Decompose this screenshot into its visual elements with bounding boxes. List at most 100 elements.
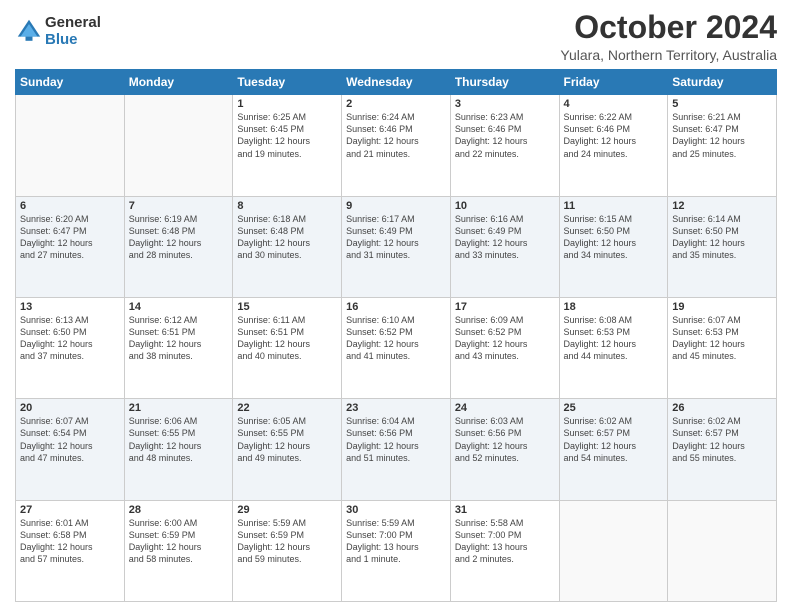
day-info: Sunrise: 6:02 AM Sunset: 6:57 PM Dayligh… <box>564 415 664 464</box>
calendar-cell: 26Sunrise: 6:02 AM Sunset: 6:57 PM Dayli… <box>668 399 777 500</box>
day-number: 8 <box>237 200 337 212</box>
calendar-cell: 22Sunrise: 6:05 AM Sunset: 6:55 PM Dayli… <box>233 399 342 500</box>
calendar-week-row: 13Sunrise: 6:13 AM Sunset: 6:50 PM Dayli… <box>16 297 777 398</box>
day-info: Sunrise: 6:15 AM Sunset: 6:50 PM Dayligh… <box>564 213 664 262</box>
day-number: 11 <box>564 200 664 212</box>
calendar-cell: 9Sunrise: 6:17 AM Sunset: 6:49 PM Daylig… <box>342 196 451 297</box>
calendar-cell: 27Sunrise: 6:01 AM Sunset: 6:58 PM Dayli… <box>16 500 125 601</box>
day-number: 17 <box>455 301 555 313</box>
calendar-cell: 6Sunrise: 6:20 AM Sunset: 6:47 PM Daylig… <box>16 196 125 297</box>
day-number: 25 <box>564 402 664 414</box>
logo: General Blue <box>15 14 101 48</box>
calendar-cell: 31Sunrise: 5:58 AM Sunset: 7:00 PM Dayli… <box>450 500 559 601</box>
day-header-wednesday: Wednesday <box>342 70 451 95</box>
day-info: Sunrise: 5:58 AM Sunset: 7:00 PM Dayligh… <box>455 517 555 566</box>
calendar-cell: 19Sunrise: 6:07 AM Sunset: 6:53 PM Dayli… <box>668 297 777 398</box>
day-number: 10 <box>455 200 555 212</box>
day-info: Sunrise: 6:03 AM Sunset: 6:56 PM Dayligh… <box>455 415 555 464</box>
calendar-cell: 17Sunrise: 6:09 AM Sunset: 6:52 PM Dayli… <box>450 297 559 398</box>
calendar-cell: 3Sunrise: 6:23 AM Sunset: 6:46 PM Daylig… <box>450 95 559 196</box>
calendar-cell: 24Sunrise: 6:03 AM Sunset: 6:56 PM Dayli… <box>450 399 559 500</box>
day-info: Sunrise: 6:04 AM Sunset: 6:56 PM Dayligh… <box>346 415 446 464</box>
day-info: Sunrise: 6:00 AM Sunset: 6:59 PM Dayligh… <box>129 517 229 566</box>
page: General Blue October 2024 Yulara, Northe… <box>0 0 792 612</box>
day-number: 13 <box>20 301 120 313</box>
header: General Blue October 2024 Yulara, Northe… <box>15 10 777 63</box>
calendar-cell: 30Sunrise: 5:59 AM Sunset: 7:00 PM Dayli… <box>342 500 451 601</box>
day-number: 5 <box>672 98 772 110</box>
day-info: Sunrise: 6:25 AM Sunset: 6:45 PM Dayligh… <box>237 111 337 160</box>
day-number: 2 <box>346 98 446 110</box>
day-info: Sunrise: 6:19 AM Sunset: 6:48 PM Dayligh… <box>129 213 229 262</box>
day-number: 19 <box>672 301 772 313</box>
calendar-cell: 5Sunrise: 6:21 AM Sunset: 6:47 PM Daylig… <box>668 95 777 196</box>
day-info: Sunrise: 6:12 AM Sunset: 6:51 PM Dayligh… <box>129 314 229 363</box>
day-info: Sunrise: 6:05 AM Sunset: 6:55 PM Dayligh… <box>237 415 337 464</box>
calendar-cell <box>559 500 668 601</box>
day-info: Sunrise: 6:06 AM Sunset: 6:55 PM Dayligh… <box>129 415 229 464</box>
day-header-monday: Monday <box>124 70 233 95</box>
day-info: Sunrise: 6:23 AM Sunset: 6:46 PM Dayligh… <box>455 111 555 160</box>
calendar-cell: 16Sunrise: 6:10 AM Sunset: 6:52 PM Dayli… <box>342 297 451 398</box>
day-info: Sunrise: 6:24 AM Sunset: 6:46 PM Dayligh… <box>346 111 446 160</box>
day-number: 4 <box>564 98 664 110</box>
day-number: 23 <box>346 402 446 414</box>
calendar-cell: 11Sunrise: 6:15 AM Sunset: 6:50 PM Dayli… <box>559 196 668 297</box>
calendar-cell: 1Sunrise: 6:25 AM Sunset: 6:45 PM Daylig… <box>233 95 342 196</box>
calendar-cell: 12Sunrise: 6:14 AM Sunset: 6:50 PM Dayli… <box>668 196 777 297</box>
day-header-tuesday: Tuesday <box>233 70 342 95</box>
day-number: 18 <box>564 301 664 313</box>
day-info: Sunrise: 6:21 AM Sunset: 6:47 PM Dayligh… <box>672 111 772 160</box>
calendar-cell: 21Sunrise: 6:06 AM Sunset: 6:55 PM Dayli… <box>124 399 233 500</box>
day-number: 3 <box>455 98 555 110</box>
day-header-sunday: Sunday <box>16 70 125 95</box>
day-info: Sunrise: 6:20 AM Sunset: 6:47 PM Dayligh… <box>20 213 120 262</box>
day-info: Sunrise: 6:07 AM Sunset: 6:54 PM Dayligh… <box>20 415 120 464</box>
calendar-cell: 29Sunrise: 5:59 AM Sunset: 6:59 PM Dayli… <box>233 500 342 601</box>
day-info: Sunrise: 5:59 AM Sunset: 7:00 PM Dayligh… <box>346 517 446 566</box>
calendar-cell <box>16 95 125 196</box>
calendar-week-row: 6Sunrise: 6:20 AM Sunset: 6:47 PM Daylig… <box>16 196 777 297</box>
day-header-thursday: Thursday <box>450 70 559 95</box>
calendar-cell: 20Sunrise: 6:07 AM Sunset: 6:54 PM Dayli… <box>16 399 125 500</box>
calendar-cell: 10Sunrise: 6:16 AM Sunset: 6:49 PM Dayli… <box>450 196 559 297</box>
calendar-cell: 7Sunrise: 6:19 AM Sunset: 6:48 PM Daylig… <box>124 196 233 297</box>
day-number: 20 <box>20 402 120 414</box>
day-number: 26 <box>672 402 772 414</box>
day-number: 24 <box>455 402 555 414</box>
calendar-cell <box>668 500 777 601</box>
day-number: 7 <box>129 200 229 212</box>
day-number: 1 <box>237 98 337 110</box>
day-info: Sunrise: 6:10 AM Sunset: 6:52 PM Dayligh… <box>346 314 446 363</box>
day-number: 29 <box>237 504 337 516</box>
day-info: Sunrise: 6:08 AM Sunset: 6:53 PM Dayligh… <box>564 314 664 363</box>
day-info: Sunrise: 6:14 AM Sunset: 6:50 PM Dayligh… <box>672 213 772 262</box>
day-info: Sunrise: 6:18 AM Sunset: 6:48 PM Dayligh… <box>237 213 337 262</box>
calendar-cell: 25Sunrise: 6:02 AM Sunset: 6:57 PM Dayli… <box>559 399 668 500</box>
main-title: October 2024 <box>560 10 777 45</box>
day-info: Sunrise: 6:02 AM Sunset: 6:57 PM Dayligh… <box>672 415 772 464</box>
calendar-week-row: 27Sunrise: 6:01 AM Sunset: 6:58 PM Dayli… <box>16 500 777 601</box>
calendar-week-row: 20Sunrise: 6:07 AM Sunset: 6:54 PM Dayli… <box>16 399 777 500</box>
day-info: Sunrise: 6:11 AM Sunset: 6:51 PM Dayligh… <box>237 314 337 363</box>
calendar-cell <box>124 95 233 196</box>
calendar-week-row: 1Sunrise: 6:25 AM Sunset: 6:45 PM Daylig… <box>16 95 777 196</box>
calendar-header-row: SundayMondayTuesdayWednesdayThursdayFrid… <box>16 70 777 95</box>
day-number: 30 <box>346 504 446 516</box>
day-info: Sunrise: 6:07 AM Sunset: 6:53 PM Dayligh… <box>672 314 772 363</box>
subtitle: Yulara, Northern Territory, Australia <box>560 47 777 63</box>
day-info: Sunrise: 6:16 AM Sunset: 6:49 PM Dayligh… <box>455 213 555 262</box>
logo-text: General Blue <box>45 14 101 48</box>
calendar-cell: 15Sunrise: 6:11 AM Sunset: 6:51 PM Dayli… <box>233 297 342 398</box>
title-block: October 2024 Yulara, Northern Territory,… <box>560 10 777 63</box>
logo-icon <box>15 17 43 45</box>
day-info: Sunrise: 6:13 AM Sunset: 6:50 PM Dayligh… <box>20 314 120 363</box>
day-number: 12 <box>672 200 772 212</box>
day-header-friday: Friday <box>559 70 668 95</box>
day-header-saturday: Saturday <box>668 70 777 95</box>
calendar-cell: 23Sunrise: 6:04 AM Sunset: 6:56 PM Dayli… <box>342 399 451 500</box>
day-number: 15 <box>237 301 337 313</box>
day-info: Sunrise: 6:22 AM Sunset: 6:46 PM Dayligh… <box>564 111 664 160</box>
day-number: 28 <box>129 504 229 516</box>
calendar-cell: 14Sunrise: 6:12 AM Sunset: 6:51 PM Dayli… <box>124 297 233 398</box>
